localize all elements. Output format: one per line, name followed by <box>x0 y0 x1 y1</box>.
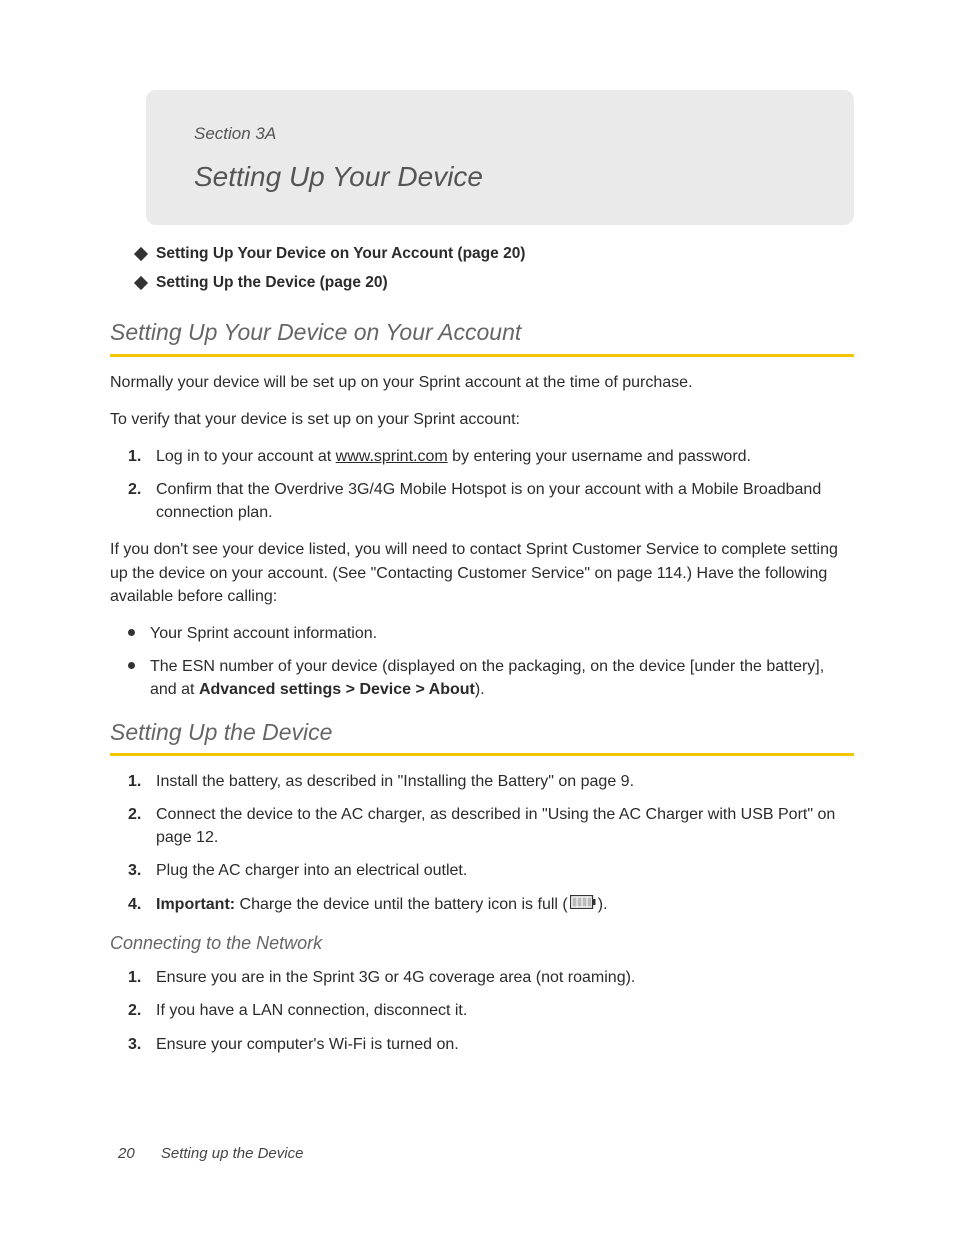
text-run: by entering your username and password. <box>448 448 751 465</box>
section-header: Section 3A Setting Up Your Device <box>146 90 854 225</box>
step-text: Ensure your computer's Wi-Fi is turned o… <box>156 1033 854 1056</box>
body-text: Normally your device will be set up on y… <box>110 371 854 394</box>
list-item: 4. Important: Charge the device until th… <box>128 893 854 916</box>
list-item: 2. Confirm that the Overdrive 3G/4G Mobi… <box>128 478 854 524</box>
step-number: 3. <box>128 1033 156 1056</box>
menu-path: Advanced settings <box>199 681 341 698</box>
verify-steps: 1. Log in to your account at www.sprint.… <box>128 445 854 525</box>
step-number: 2. <box>128 803 156 849</box>
step-number: 4. <box>128 893 156 916</box>
bullet-text: Your Sprint account information. <box>150 622 854 645</box>
document-page: Section 3A Setting Up Your Device Settin… <box>0 0 954 1056</box>
section-title: Setting Up Your Device <box>194 157 824 198</box>
step-number: 2. <box>128 478 156 524</box>
list-item: 1. Ensure you are in the Sprint 3G or 4G… <box>128 966 854 989</box>
list-item: 2. If you have a LAN connection, disconn… <box>128 999 854 1022</box>
separator: > <box>341 681 359 698</box>
important-label: Important: <box>156 896 235 913</box>
page-number: 20 <box>118 1145 135 1162</box>
text-run: ). <box>475 681 485 698</box>
toc-text: Setting Up Your Device on Your Account (… <box>156 243 525 265</box>
list-item: 3. Ensure your computer's Wi-Fi is turne… <box>128 1033 854 1056</box>
toc-item[interactable]: Setting Up the Device (page 20) <box>130 272 854 294</box>
sprint-link[interactable]: www.sprint.com <box>336 448 448 465</box>
heading-network: Connecting to the Network <box>110 930 854 956</box>
step-text: Plug the AC charger into an electrical o… <box>156 859 854 882</box>
step-text: If you have a LAN connection, disconnect… <box>156 999 854 1022</box>
step-number: 2. <box>128 999 156 1022</box>
toc-list: Setting Up Your Device on Your Account (… <box>130 243 854 294</box>
toc-text: Setting Up the Device (page 20) <box>156 272 388 294</box>
list-item: 1. Log in to your account at www.sprint.… <box>128 445 854 468</box>
step-text: Log in to your account at www.sprint.com… <box>156 445 854 468</box>
body-text: If you don't see your device listed, you… <box>110 538 854 608</box>
list-item: 2. Connect the device to the AC charger,… <box>128 803 854 849</box>
step-number: 1. <box>128 445 156 468</box>
body-text: To verify that your device is set up on … <box>110 408 854 431</box>
heading-account: Setting Up Your Device on Your Account <box>110 316 854 356</box>
diamond-icon <box>134 276 148 290</box>
text-run: Log in to your account at <box>156 448 336 465</box>
toc-item[interactable]: Setting Up Your Device on Your Account (… <box>130 243 854 265</box>
step-number: 3. <box>128 859 156 882</box>
network-steps: 1. Ensure you are in the Sprint 3G or 4G… <box>128 966 854 1056</box>
list-item: 3. Plug the AC charger into an electrica… <box>128 859 854 882</box>
text-run: Charge the device until the battery icon… <box>235 896 568 913</box>
bullet-icon <box>128 622 150 645</box>
step-number: 1. <box>128 966 156 989</box>
bullet-text: The ESN number of your device (displayed… <box>150 655 854 701</box>
menu-path: Device <box>359 681 411 698</box>
list-item: 1. Install the battery, as described in … <box>128 770 854 793</box>
step-text: Ensure you are in the Sprint 3G or 4G co… <box>156 966 854 989</box>
page-footer: 20 Setting up the Device <box>118 1143 303 1165</box>
diamond-icon <box>134 247 148 261</box>
step-text: Connect the device to the AC charger, as… <box>156 803 854 849</box>
heading-setup: Setting Up the Device <box>110 716 854 756</box>
list-item: Your Sprint account information. <box>128 622 854 645</box>
bullet-icon <box>128 655 150 701</box>
list-item: The ESN number of your device (displayed… <box>128 655 854 701</box>
step-number: 1. <box>128 770 156 793</box>
step-text: Confirm that the Overdrive 3G/4G Mobile … <box>156 478 854 524</box>
section-label: Section 3A <box>194 122 824 147</box>
step-text: Install the battery, as described in "In… <box>156 770 854 793</box>
call-list: Your Sprint account information. The ESN… <box>128 622 854 702</box>
footer-title: Setting up the Device <box>161 1145 304 1162</box>
step-text: Important: Charge the device until the b… <box>156 893 854 916</box>
battery-full-icon <box>570 893 596 916</box>
setup-steps: 1. Install the battery, as described in … <box>128 770 854 916</box>
separator: > <box>411 681 429 698</box>
menu-path: About <box>429 681 475 698</box>
text-run: ). <box>598 896 608 913</box>
